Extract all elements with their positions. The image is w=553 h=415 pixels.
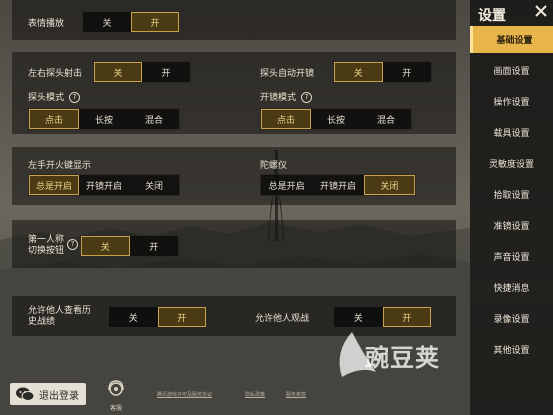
sidebar-item-sound[interactable]: 声音设置 [470, 243, 553, 270]
sidebar-item-other[interactable]: 其他设置 [470, 336, 553, 363]
sidebar-item-basic[interactable]: 基础设置 [470, 26, 553, 53]
peek-shoot-off[interactable]: 关 [94, 62, 142, 82]
first-person-band [12, 220, 456, 268]
emote-playback-toggle[interactable]: 关 开 [82, 11, 180, 33]
gyroscope-scope[interactable]: 开镜开启 [312, 175, 363, 195]
help-icon[interactable]: ? [301, 92, 313, 103]
logout-label: 退出登录 [39, 390, 79, 402]
sidebar-item-crosshair[interactable]: 准镜设置 [470, 212, 553, 239]
emote-playback-label: 表情播放 [28, 19, 65, 29]
peek-mode-selector[interactable]: 点击 长按 混合 [28, 108, 180, 130]
emote-playback-band [12, 0, 456, 40]
gyroscope-off[interactable]: 关闭 [363, 175, 415, 195]
wechat-icon [16, 387, 35, 401]
help-icon[interactable]: ? [69, 92, 81, 103]
peek-shoot-toggle[interactable]: 关 开 [93, 61, 191, 83]
close-icon[interactable] [532, 2, 550, 20]
scope-mode-label: 开镜模式? [260, 90, 313, 103]
peek-auto-scope-on[interactable]: 开 [383, 62, 432, 82]
allow-spectate-label: 允许他人观战 [255, 314, 310, 324]
license-link[interactable]: 腾讯游戏许可及服务协议 [157, 391, 212, 398]
peek-mode-label: 探头模式? [28, 90, 81, 103]
watermark-text: 豌豆荚 [365, 344, 440, 372]
close-icon-glyph [535, 5, 547, 17]
peek-mode-mixed[interactable]: 混合 [129, 109, 179, 129]
customer-service-button[interactable]: 客服 [103, 379, 129, 412]
left-fire-off[interactable]: 关闭 [129, 175, 179, 195]
help-icon[interactable]: ? [67, 239, 79, 250]
left-fire-selector[interactable]: 总是开启 开镜开启 关闭 [28, 174, 180, 196]
allow-spectate-on[interactable]: 开 [382, 307, 431, 327]
peek-shoot-on[interactable]: 开 [142, 62, 190, 82]
first-person-label: 第一人称 切换按钮? [28, 235, 79, 257]
peek-auto-scope-toggle[interactable]: 关 开 [333, 61, 432, 83]
history-visibility-off[interactable]: 关 [109, 307, 158, 327]
support-icon [108, 380, 124, 396]
support-label: 客服 [109, 405, 122, 412]
sidebar-item-graphics[interactable]: 画面设置 [470, 57, 553, 84]
history-visibility-label: 允许他人查看历 史战绩 [28, 306, 92, 327]
gyroscope-selector[interactable]: 总是开启 开镜开启 关闭 [260, 174, 416, 196]
peek-mode-tap[interactable]: 点击 [29, 109, 79, 129]
peek-auto-scope-label: 探头自动开镜 [260, 69, 315, 79]
scope-mode-hold[interactable]: 长按 [311, 109, 361, 129]
gyroscope-label: 陀螺仪 [260, 161, 288, 171]
history-visibility-toggle[interactable]: 关 开 [108, 306, 207, 328]
terms-link[interactable]: 服务条款 [286, 391, 306, 398]
scope-mode-selector[interactable]: 点击 长按 混合 [260, 108, 412, 130]
sidebar-item-replay[interactable]: 录像设置 [470, 305, 553, 332]
left-fire-always[interactable]: 总是开启 [29, 175, 79, 195]
first-person-off[interactable]: 关 [81, 236, 130, 256]
left-fire-scope[interactable]: 开镜开启 [79, 175, 129, 195]
logout-button[interactable]: 退出登录 [10, 383, 86, 405]
peek-shoot-label: 左右探头射击 [28, 69, 83, 79]
left-fire-label: 左手开火键显示 [28, 161, 92, 171]
sidebar-item-vehicle[interactable]: 载具设置 [470, 119, 553, 146]
first-person-on[interactable]: 开 [130, 236, 179, 256]
sidebar-item-controls[interactable]: 操作设置 [470, 88, 553, 115]
emote-playback-off[interactable]: 关 [83, 12, 131, 32]
scope-mode-mixed[interactable]: 混合 [361, 109, 411, 129]
emote-playback-on[interactable]: 开 [131, 12, 179, 32]
history-visibility-on[interactable]: 开 [157, 307, 206, 327]
peek-auto-scope-off[interactable]: 关 [334, 62, 383, 82]
gyroscope-always[interactable]: 总是开启 [261, 175, 312, 195]
peek-mode-hold[interactable]: 长按 [79, 109, 129, 129]
sidebar-item-sensitivity[interactable]: 灵敏度设置 [470, 150, 553, 177]
sidebar-item-pickup[interactable]: 拾取设置 [470, 181, 553, 208]
first-person-toggle[interactable]: 关 开 [80, 235, 179, 257]
scope-mode-tap[interactable]: 点击 [261, 109, 311, 129]
settings-title: 设置 [478, 8, 506, 24]
sidebar-item-quick-message[interactable]: 快捷消息 [470, 274, 553, 301]
privacy-policy-link[interactable]: 隐私政策 [245, 391, 265, 398]
